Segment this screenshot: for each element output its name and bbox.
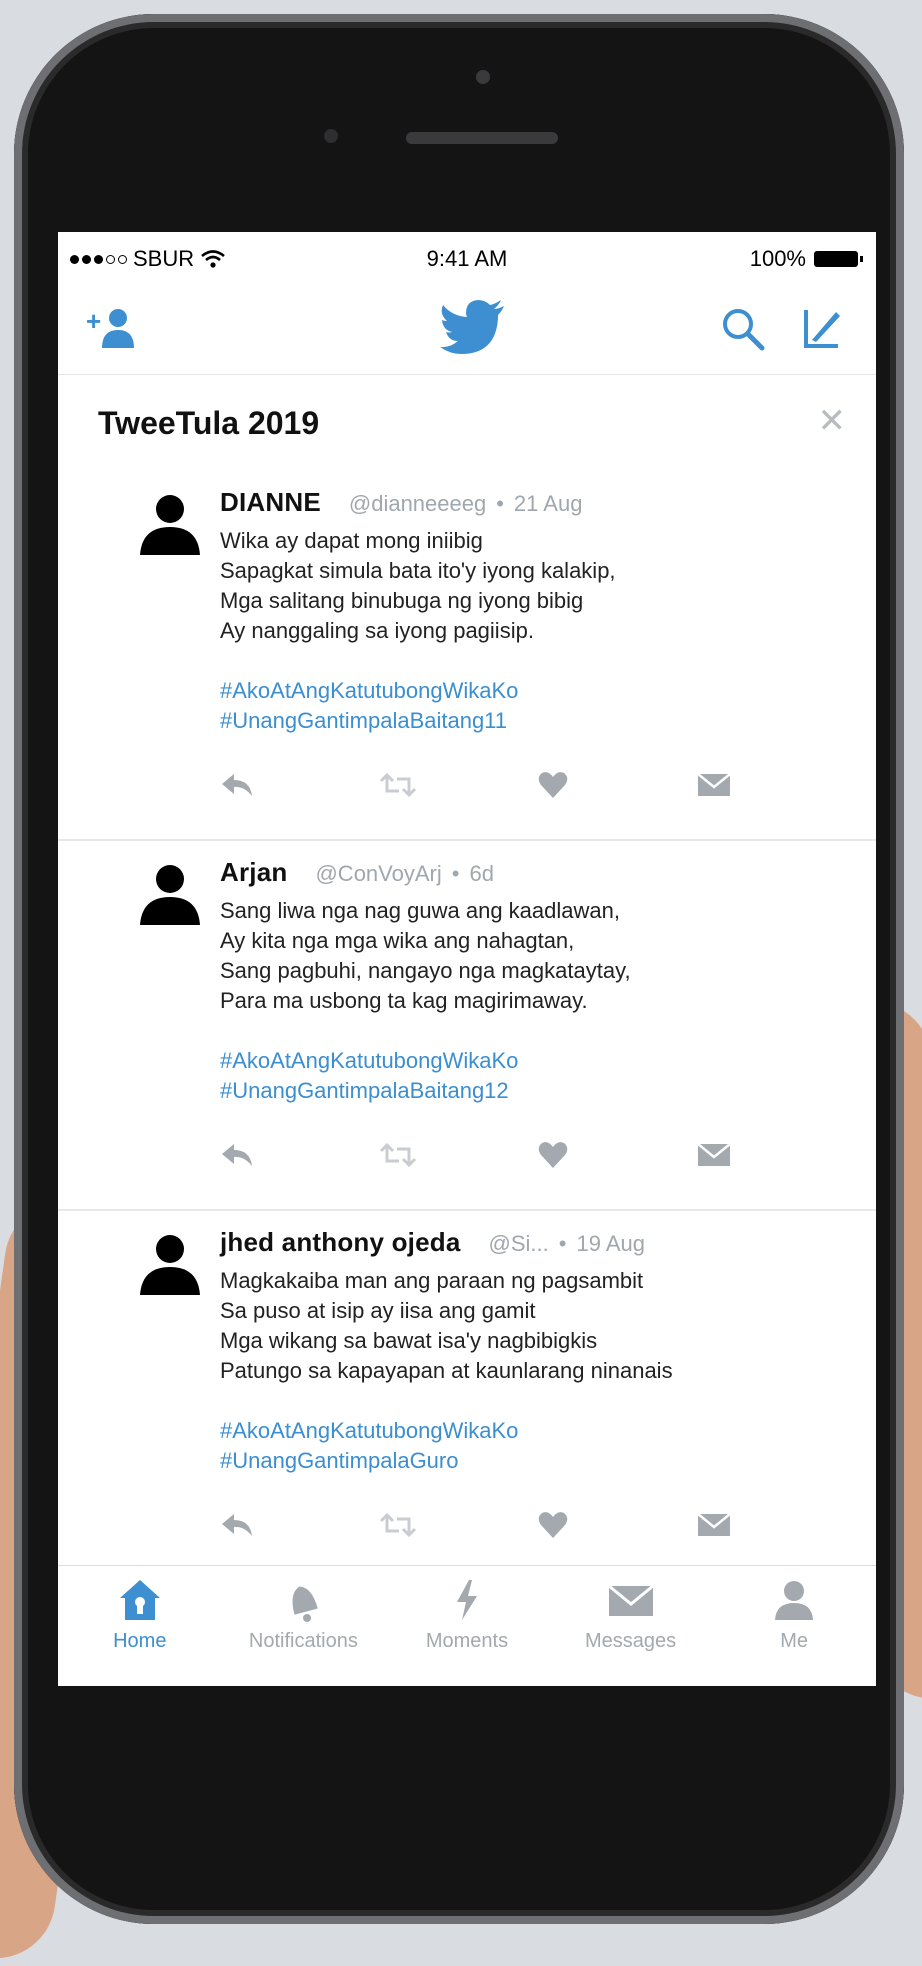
phone-speaker (406, 132, 558, 144)
tab-label: Notifications (248, 1630, 358, 1652)
hashtag-link[interactable]: #AkoAtAngKatutubongWikaKo (220, 676, 856, 706)
home-icon (119, 1580, 160, 1620)
tweet-line: Sang liwa nga nag guwa ang kaadlawan, (220, 898, 620, 923)
heart-icon[interactable] (538, 1141, 568, 1169)
tweet-hashtags: #AkoAtAngKatutubongWikaKo #UnangGantimpa… (220, 1416, 856, 1476)
direct-message-icon[interactable] (697, 773, 731, 797)
bottom-tab-bar: Home Notifications Moments Messages Me (58, 1565, 876, 1686)
timeline-header: TweeTula 2019 ✕ (58, 375, 876, 471)
battery-percent: 100% (749, 246, 806, 271)
tweet[interactable]: Arjan @ConVoyArj • 6d Sang liwa nga nag … (58, 841, 876, 1211)
heart-icon[interactable] (538, 1511, 568, 1539)
tweet-header: jhed anthony ojeda @Si... • 19 Aug (220, 1227, 856, 1258)
add-user-icon[interactable]: + (86, 304, 140, 350)
tweet-hashtags: #AkoAtAngKatutubongWikaKo #UnangGantimpa… (220, 676, 856, 736)
envelope-icon (607, 1584, 654, 1616)
tweet-line: Sapagkat simula bata ito'y iyong kalakip… (220, 558, 616, 583)
retweet-icon[interactable] (379, 1511, 417, 1539)
close-icon[interactable]: ✕ (818, 401, 847, 441)
tab-label: Home (113, 1630, 167, 1652)
avatar-icon[interactable] (138, 861, 202, 925)
tab-label: Me (780, 1630, 809, 1652)
tweet-text: Sang liwa nga nag guwa ang kaadlawan, Ay… (220, 896, 856, 1016)
hashtag-link[interactable]: #UnangGantimpalaBaitang11 (220, 706, 856, 736)
phone-sensor (324, 129, 338, 143)
separator-dot: • (496, 491, 504, 516)
tweet-hashtags: #AkoAtAngKatutubongWikaKo #UnangGantimpa… (220, 1046, 856, 1106)
battery-icon (814, 251, 863, 267)
tweet[interactable]: jhed anthony ojeda @Si... • 19 Aug Magka… (58, 1211, 876, 1583)
avatar-icon[interactable] (138, 491, 202, 555)
compose-icon[interactable] (798, 306, 844, 352)
tweet-timestamp: 19 Aug (576, 1231, 645, 1256)
tweet-line: Wika ay dapat mong iniibig (220, 528, 483, 553)
avatar-icon[interactable] (138, 1231, 202, 1295)
separator-dot: • (451, 861, 460, 886)
tweet-author-handle[interactable]: @dianneeeeg (349, 491, 486, 517)
tweet-author-name[interactable]: jhed anthony ojeda (220, 1227, 461, 1258)
tweet-text: Magkakaiba man ang paraan ng pagsambit S… (220, 1266, 856, 1386)
tab-label: Messages (585, 1630, 677, 1652)
tab-moments[interactable]: Moments (385, 1566, 549, 1686)
tweet-author-name[interactable]: Arjan (220, 857, 287, 888)
tweet-author-handle[interactable]: @Si... (489, 1231, 549, 1257)
hashtag-link[interactable]: #UnangGantimpalaBaitang12 (220, 1076, 856, 1106)
hashtag-link[interactable]: #UnangGantimpalaGuro (220, 1446, 856, 1476)
hashtag-link[interactable]: #AkoAtAngKatutubongWikaKo (220, 1046, 856, 1076)
status-bar: SBUR 9:41 AM 100% (58, 232, 876, 284)
hashtag-link[interactable]: #AkoAtAngKatutubongWikaKo (220, 1416, 856, 1446)
tweet-line: Para ma usbong ta kag magirimaway. (220, 988, 588, 1013)
tweet-actions (220, 760, 856, 810)
tweet-line: Patungo sa kapayapan at kaunlarang ninan… (220, 1358, 673, 1383)
tweet-line: Mga wikang sa bawat isa'y nagbibigkis (220, 1328, 598, 1353)
tweet[interactable]: DIANNE @dianneeeeg • 21 Aug Wika ay dapa… (58, 471, 876, 841)
reply-icon[interactable] (220, 1142, 254, 1168)
status-battery-group: 100% (749, 246, 863, 272)
tweet-line: Ay nanggaling sa iyong pagiisip. (220, 618, 534, 643)
twitter-bird-icon[interactable] (440, 300, 506, 356)
person-icon (775, 1581, 814, 1620)
reply-icon[interactable] (220, 772, 254, 798)
tweet-header: Arjan @ConVoyArj • 6d (220, 857, 856, 888)
tweet-line: Sa puso at isip ay iisa ang gamit (220, 1298, 536, 1323)
tweet-line: Sang pagbuhi, nangayo nga magkataytay, (220, 958, 631, 983)
phone-screen: SBUR 9:41 AM 100% + TweeTula 2019 ✕ DIAN… (58, 232, 876, 1686)
heart-icon[interactable] (538, 771, 568, 799)
tweet-actions (220, 1500, 856, 1550)
phone-camera (476, 70, 490, 84)
search-icon[interactable] (720, 306, 766, 352)
timeline-title: TweeTula 2019 (98, 405, 320, 441)
tweet-line: Mga salitang binubuga ng iyong bibig (220, 588, 584, 613)
direct-message-icon[interactable] (697, 1143, 731, 1167)
reply-icon[interactable] (220, 1512, 254, 1538)
tweet-line: Magkakaiba man ang paraan ng pagsambit (220, 1268, 644, 1293)
tab-label: Moments (425, 1630, 509, 1652)
tweet-text: Wika ay dapat mong iniibig Sapagkat simu… (220, 526, 856, 646)
svg-text:+: + (86, 306, 101, 336)
tweet-actions (220, 1130, 856, 1180)
top-nav-bar: + (58, 284, 876, 375)
separator-dot: • (558, 1231, 567, 1256)
tweet-timestamp: 21 Aug (513, 491, 583, 516)
direct-message-icon[interactable] (697, 1513, 731, 1537)
tab-messages[interactable]: Messages (549, 1566, 713, 1686)
bell-icon (292, 1586, 319, 1622)
lightning-icon (456, 1580, 477, 1620)
tab-me[interactable]: Me (712, 1566, 876, 1686)
tweet-author-name[interactable]: DIANNE (220, 487, 321, 518)
tweet-timestamp: 6d (469, 861, 494, 886)
tab-home[interactable]: Home (58, 1566, 222, 1686)
retweet-icon[interactable] (379, 1141, 417, 1169)
tweet-line: Ay kita nga mga wika ang nahagtan, (220, 928, 575, 953)
tweet-header: DIANNE @dianneeeeg • 21 Aug (220, 487, 856, 518)
retweet-icon[interactable] (379, 771, 417, 799)
tweet-list: DIANNE @dianneeeeg • 21 Aug Wika ay dapa… (58, 471, 876, 1583)
tweet-author-handle[interactable]: @ConVoyArj (315, 861, 441, 887)
tab-notifications[interactable]: Notifications (222, 1566, 386, 1686)
